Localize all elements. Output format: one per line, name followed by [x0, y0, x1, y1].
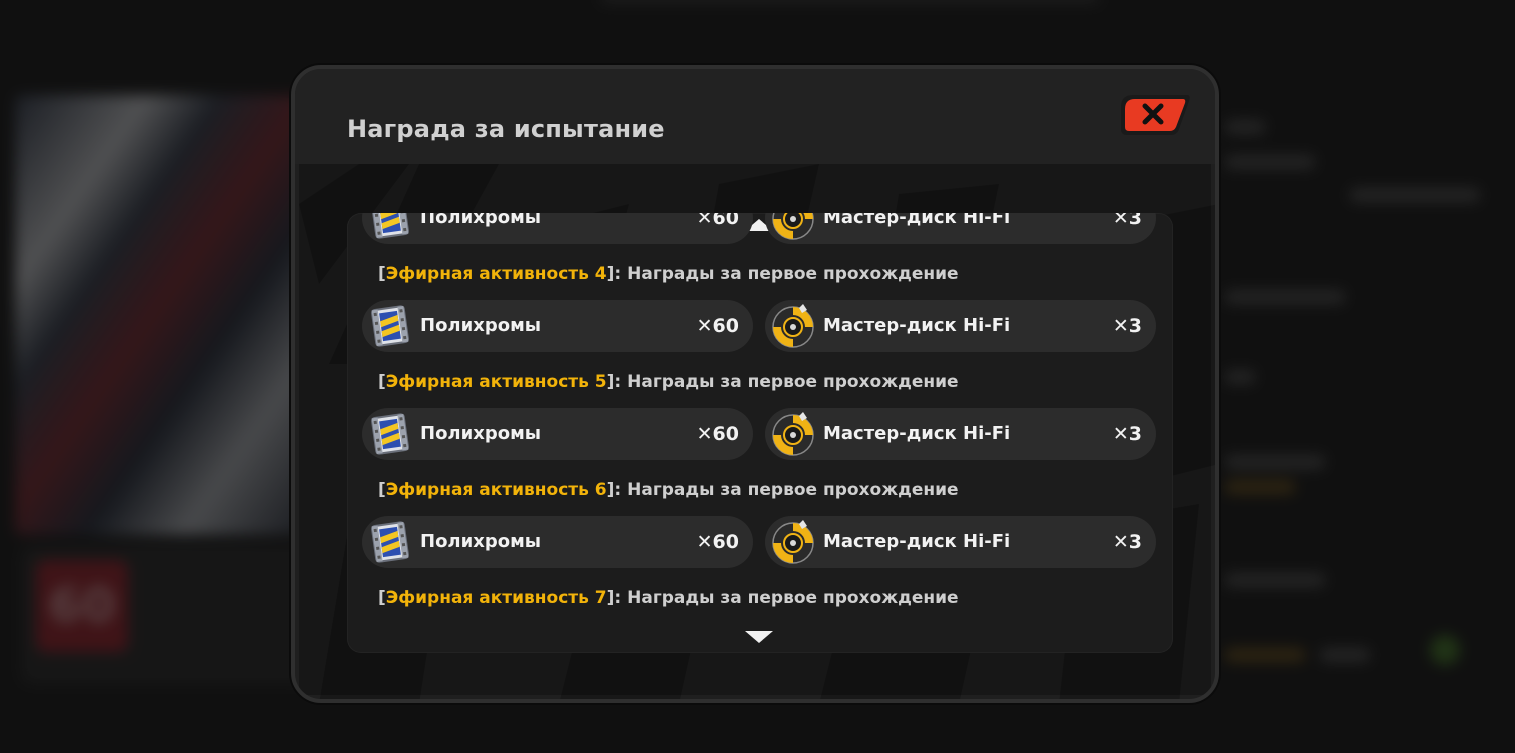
polychrome-film-icon: [371, 305, 409, 347]
reward-item-hifi-disc[interactable]: Мастер-диск Hi-Fi ✕3: [765, 213, 1156, 244]
caption-stage-name: Эфирная активность 6: [385, 480, 607, 500]
reward-caption: [Эфирная активность 7]: Награды за перво…: [378, 588, 959, 608]
caption-description: ]: Награды за первое прохождение: [606, 588, 959, 608]
item-quantity: ✕60: [696, 423, 739, 445]
item-name: Полихромы: [420, 423, 542, 444]
reward-row: Полихромы ✕60 Мастер-диск Hi-Fi ✕3: [362, 300, 1157, 352]
close-x-icon: [1121, 95, 1190, 135]
reward-row: Полихромы ✕60 Мастер-диск Hi-Fi ✕3: [362, 408, 1157, 460]
hifi-master-disc-icon: [772, 520, 814, 564]
reward-list[interactable]: Полихромы ✕60 Мастер-диск Hi-Fi ✕3 [Эфир…: [347, 213, 1173, 653]
hifi-master-disc-icon: [772, 304, 814, 348]
reward-item-hifi-disc[interactable]: Мастер-диск Hi-Fi ✕3: [765, 300, 1156, 352]
caption-description: ]: Награды за первое прохождение: [606, 480, 959, 500]
caption-description: ]: Награды за первое прохождение: [606, 372, 959, 392]
item-quantity: ✕3: [1112, 423, 1142, 445]
item-quantity: ✕60: [696, 213, 739, 229]
reward-item-hifi-disc[interactable]: Мастер-диск Hi-Fi ✕3: [765, 408, 1156, 460]
polychrome-film-icon: [371, 213, 409, 239]
reward-row: Полихромы ✕60 Мастер-диск Hi-Fi ✕3: [362, 213, 1157, 244]
caption-stage-name: Эфирная активность 4: [385, 264, 607, 284]
item-name: Полихромы: [420, 315, 542, 336]
reward-item-polychrome[interactable]: Полихромы ✕60: [362, 408, 753, 460]
hifi-master-disc-icon: [772, 213, 814, 240]
close-button[interactable]: [1119, 91, 1191, 139]
item-name: Мастер-диск Hi-Fi: [823, 315, 1011, 336]
item-name: Мастер-диск Hi-Fi: [823, 423, 1011, 444]
item-quantity: ✕3: [1112, 213, 1142, 229]
caption-bracket-open: [: [378, 372, 386, 392]
caption-bracket-open: [: [378, 588, 386, 608]
item-quantity: ✕3: [1112, 315, 1142, 337]
item-name: Мастер-диск Hi-Fi: [823, 213, 1011, 228]
dialog-title: Награда за испытание: [347, 115, 665, 143]
item-quantity: ✕60: [696, 315, 739, 337]
caption-bracket-open: [: [378, 480, 386, 500]
caption-description: ]: Награды за первое прохождение: [606, 264, 959, 284]
reward-row: Полихромы ✕60 Мастер-диск Hi-Fi ✕3: [362, 516, 1157, 568]
item-quantity: ✕3: [1112, 531, 1142, 553]
reward-caption: [Эфирная активность 6]: Награды за перво…: [378, 480, 959, 500]
item-quantity: ✕60: [696, 531, 739, 553]
caption-bracket-open: [: [378, 264, 386, 284]
reward-item-polychrome[interactable]: Полихромы ✕60: [362, 300, 753, 352]
reward-item-hifi-disc[interactable]: Мастер-диск Hi-Fi ✕3: [765, 516, 1156, 568]
polychrome-film-icon: [371, 521, 409, 563]
item-name: Полихромы: [420, 213, 542, 228]
dialog-body: Полихромы ✕60 Мастер-диск Hi-Fi ✕3 [Эфир…: [299, 164, 1215, 699]
item-name: Полихромы: [420, 531, 542, 552]
polychrome-film-icon: [371, 413, 409, 455]
challenge-reward-dialog: Награда за испытание Полихромы ✕60 Масте…: [291, 65, 1219, 703]
reward-caption: [Эфирная активность 4]: Награды за перво…: [378, 264, 959, 284]
reward-caption: [Эфирная активность 5]: Награды за перво…: [378, 372, 959, 392]
reward-item-polychrome[interactable]: Полихромы ✕60: [362, 516, 753, 568]
scroll-down-arrow-icon[interactable]: [745, 631, 773, 645]
caption-stage-name: Эфирная активность 5: [385, 372, 607, 392]
hifi-master-disc-icon: [772, 412, 814, 456]
reward-item-polychrome[interactable]: Полихромы ✕60: [362, 213, 753, 244]
caption-stage-name: Эфирная активность 7: [385, 588, 607, 608]
item-name: Мастер-диск Hi-Fi: [823, 531, 1011, 552]
dialog-header: Награда за испытание: [295, 69, 1215, 164]
